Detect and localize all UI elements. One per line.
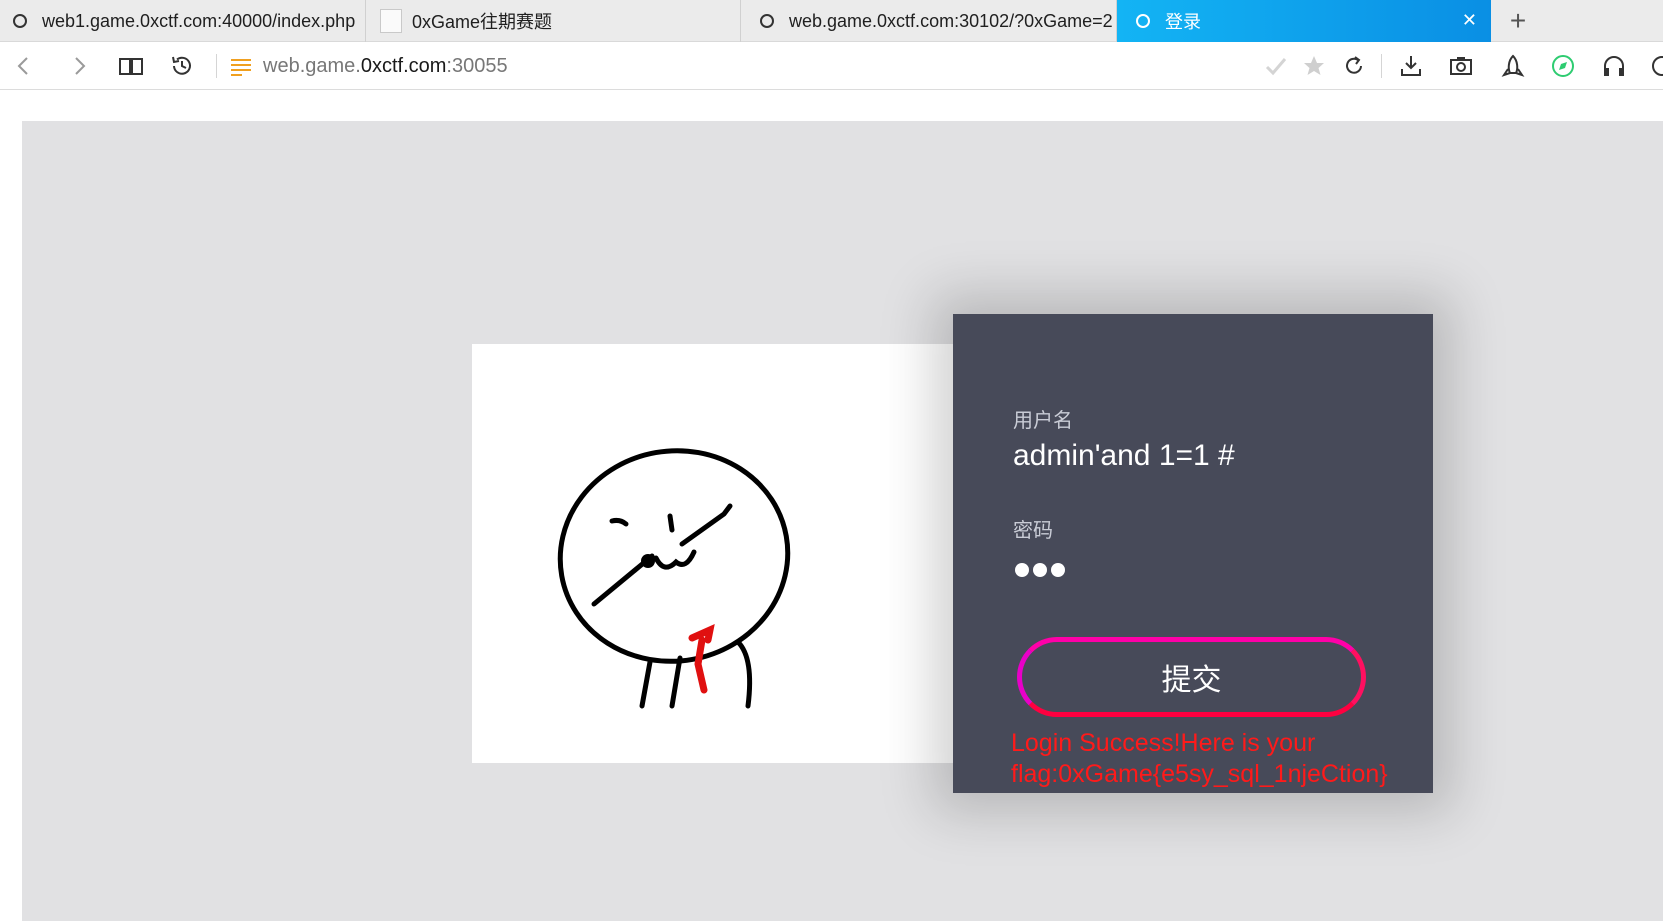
rocket-icon[interactable] [1499,52,1527,80]
chevron-right-icon [75,57,86,75]
tab-title: 0xGame往期赛题 [412,12,553,32]
username-field[interactable]: admin'and 1=1 # [1013,439,1235,473]
tab-title: 登录 [1165,12,1201,32]
password-dot [1051,563,1065,577]
password-dot [1015,563,1029,577]
chevron-left-icon [17,57,28,75]
smirking-face-drawing [557,448,791,709]
password-dot [1033,563,1047,577]
submit-button[interactable]: 提交 [1017,637,1366,717]
address-bar[interactable]: web.game.0xctf.com:30055 [263,55,508,78]
tab-strip: web1.game.0xctf.com:40000/index.php 0xGa… [0,0,1663,42]
page-icon [380,9,402,33]
tab-title: web.game.0xctf.com:30102/?0xGame=2 [789,10,1113,31]
camera-icon[interactable] [1447,52,1475,80]
password-label: 密码 [1013,520,1053,542]
meme-image-card [472,344,954,763]
tab-web1[interactable]: web1.game.0xctf.com:40000/index.php [0,0,366,42]
loading-circle-icon [1135,13,1151,29]
tab-web-30102[interactable]: web.game.0xctf.com:30102/?0xGame=2 [741,0,1117,42]
download-icon[interactable] [1397,52,1425,80]
close-tab-icon[interactable]: ✕ [1462,11,1477,29]
toolbar-divider [1381,54,1382,78]
url-suffix: :30055 [446,55,508,77]
reading-mode-button[interactable] [117,52,145,80]
history-icon [172,56,191,75]
book-icon [119,58,143,75]
login-result-message: Login Success!Here is your flag:0xGame{e… [1011,729,1388,788]
loading-circle-icon [12,13,28,29]
username-label: 用户名 [1013,410,1073,432]
headphones-icon[interactable] [1600,52,1628,80]
bookmark-star-icon[interactable] [1300,52,1328,80]
toolbar-divider [216,54,217,78]
url-prefix: web.game. [263,55,361,77]
checkmark-icon[interactable] [1262,52,1290,80]
tab-login[interactable]: 登录 ✕ [1117,0,1491,42]
compass-icon[interactable] [1549,52,1577,80]
forward-button[interactable] [65,52,93,80]
tab-title: web1.game.0xctf.com:40000/index.php [42,10,356,31]
back-button[interactable] [10,52,38,80]
new-tab-button[interactable]: + [1500,0,1536,42]
login-panel: 用户名 admin'and 1=1 # 密码 提交 Login Success!… [953,314,1433,793]
navigation-bar: web.game.0xctf.com:30055 [0,42,1663,90]
history-button[interactable] [168,52,196,80]
loading-circle-icon [759,13,775,29]
page-info-icon[interactable] [227,52,255,80]
refresh-icon[interactable] [1340,52,1368,80]
password-field[interactable] [1015,563,1065,577]
tab-0xgame-archive[interactable]: 0xGame往期赛题 [366,0,741,42]
url-host: 0xctf.com [360,55,447,77]
more-menu-icon[interactable] [1648,52,1663,80]
